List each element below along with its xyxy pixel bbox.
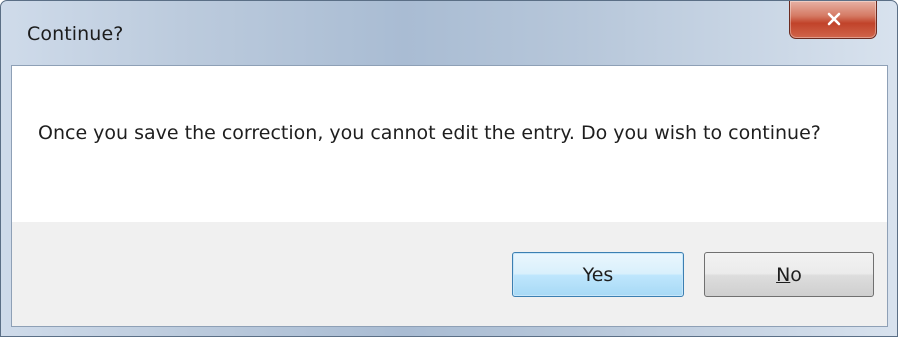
- close-button[interactable]: [789, 1, 877, 39]
- yes-button-label: Yes: [582, 263, 614, 286]
- dialog-window: Continue? Once you save the correction, …: [0, 0, 898, 337]
- no-button-mnemonic: N: [776, 263, 791, 286]
- button-bar: Yes No: [12, 222, 887, 326]
- no-button-label: o: [790, 263, 802, 286]
- no-button[interactable]: No: [704, 252, 874, 297]
- window-title: Continue?: [27, 23, 124, 45]
- close-icon: [827, 12, 841, 26]
- dialog-content: Once you save the correction, you cannot…: [11, 65, 888, 327]
- yes-button[interactable]: Yes: [512, 252, 684, 297]
- dialog-message: Once you save the correction, you cannot…: [38, 122, 821, 144]
- title-bar[interactable]: Continue?: [1, 1, 897, 65]
